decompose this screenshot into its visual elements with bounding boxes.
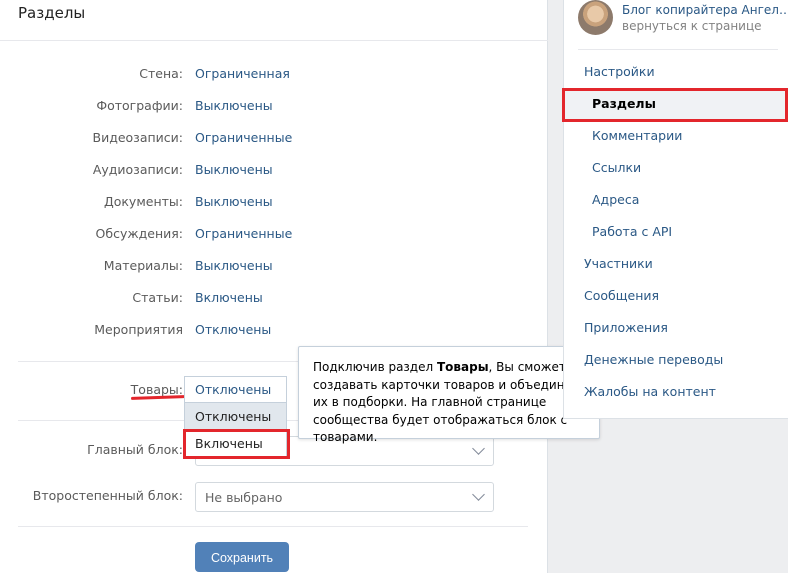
setting-row-photos: Фотографии: Выключены <box>0 98 548 118</box>
save-button[interactable]: Сохранить <box>195 542 289 572</box>
sidebar: Блог копирайтера Ангел… вернуться к стра… <box>562 0 788 419</box>
setting-label: Документы: <box>103 194 183 209</box>
setting-value[interactable]: Выключены <box>195 194 273 209</box>
setting-label: Статьи: <box>132 290 183 305</box>
divider <box>18 526 528 527</box>
setting-value[interactable]: Включены <box>195 290 263 305</box>
secondary-block-label: Второстепенный блок: <box>32 488 183 503</box>
setting-row-discussions: Обсуждения: Ограниченные <box>0 226 548 246</box>
sidebar-item-links[interactable]: Ссылки <box>564 153 788 185</box>
sidebar-item-money-transfers[interactable]: Денежные переводы <box>564 345 788 377</box>
setting-value[interactable]: Ограниченная <box>195 66 290 81</box>
sidebar-item-comments[interactable]: Комментарии <box>564 121 788 153</box>
sidebar-item-settings[interactable]: Настройки <box>564 57 788 89</box>
setting-row-materials: Материалы: Выключены <box>0 258 548 278</box>
secondary-block-select[interactable]: Не выбрано <box>195 482 494 512</box>
goods-tooltip: Подключив раздел Товары, Вы сможете созд… <box>298 346 600 444</box>
setting-value[interactable]: Выключены <box>195 162 273 177</box>
red-highlight-annotation <box>562 88 788 122</box>
page-title: Разделы <box>18 4 86 22</box>
setting-value[interactable]: Отключены <box>195 322 271 337</box>
sidebar-item-apps[interactable]: Приложения <box>564 313 788 345</box>
group-name-link[interactable]: Блог копирайтера Ангел… <box>622 3 788 17</box>
red-highlight-annotation <box>183 429 290 459</box>
setting-value[interactable]: Выключены <box>195 258 273 273</box>
sidebar-item-content-reports[interactable]: Жалобы на контент <box>564 377 788 409</box>
sidebar-item-members[interactable]: Участники <box>564 249 788 281</box>
setting-row-audio: Аудиозаписи: Выключены <box>0 162 548 182</box>
setting-label: Мероприятия <box>94 322 183 337</box>
main-panel: Разделы Стена: Ограниченная Фотографии: … <box>0 0 600 573</box>
sidebar-item-api[interactable]: Работа с API <box>564 217 788 249</box>
setting-row-documents: Документы: Выключены <box>0 194 548 214</box>
sidebar-item-addresses[interactable]: Адреса <box>564 185 788 217</box>
main-block-label: Главный блок: <box>87 442 183 457</box>
goods-option-disabled[interactable]: Отключены <box>185 403 286 430</box>
setting-row-videos: Видеозаписи: Ограниченные <box>0 130 548 150</box>
setting-label: Видеозаписи: <box>92 130 184 145</box>
setting-label: Стена: <box>139 66 183 81</box>
setting-row-events: Мероприятия Отключены <box>0 322 548 342</box>
setting-label: Аудиозаписи: <box>92 162 183 177</box>
setting-label: Обсуждения: <box>95 226 183 241</box>
goods-select-value: Отключены <box>195 382 272 397</box>
setting-label: Фотографии: <box>96 98 183 113</box>
goods-select[interactable]: Отключены <box>184 376 287 403</box>
secondary-block-value: Не выбрано <box>205 490 283 505</box>
chevron-down-icon <box>472 442 485 455</box>
avatar[interactable] <box>578 0 613 35</box>
setting-value[interactable]: Ограниченные <box>195 130 292 145</box>
setting-value[interactable]: Выключены <box>195 98 273 113</box>
page-header: Разделы <box>0 0 548 41</box>
setting-label: Материалы: <box>103 258 183 273</box>
setting-value[interactable]: Ограниченные <box>195 226 292 241</box>
chevron-down-icon <box>472 488 485 501</box>
divider <box>578 49 778 50</box>
setting-row-articles: Статьи: Включены <box>0 290 548 310</box>
setting-row-wall: Стена: Ограниченная <box>0 66 548 86</box>
sidebar-item-messages[interactable]: Сообщения <box>564 281 788 313</box>
back-to-page-link[interactable]: вернуться к странице <box>622 19 762 33</box>
